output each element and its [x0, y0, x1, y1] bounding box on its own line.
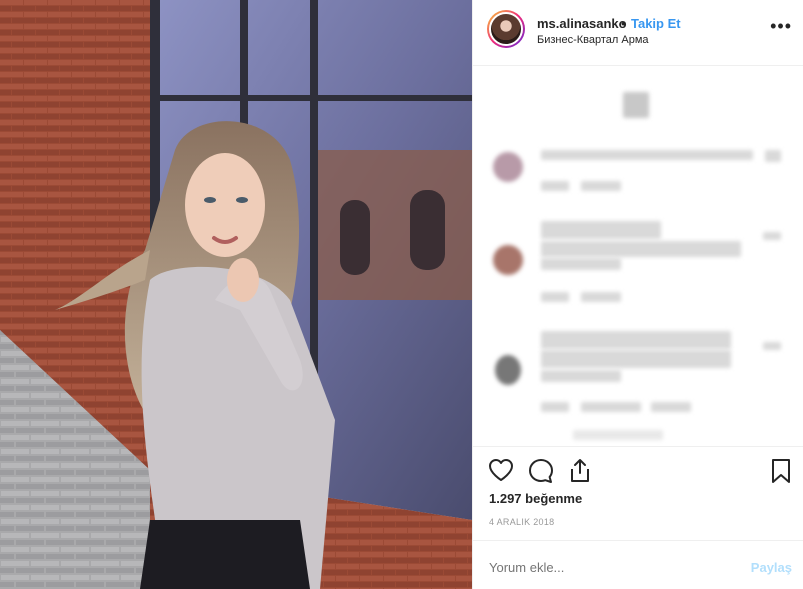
post-photo[interactable]	[0, 0, 472, 589]
share-icon[interactable]	[568, 457, 592, 488]
heart-icon[interactable]	[488, 458, 514, 487]
post-date: 4 ARALIK 2018	[489, 517, 555, 527]
likes-count[interactable]: 1.297 beğenme	[489, 491, 582, 506]
comment-input[interactable]	[489, 560, 729, 575]
post-comment-button[interactable]: Paylaş	[751, 560, 792, 575]
more-horizontal-icon[interactable]: •••	[770, 16, 792, 37]
follow-button[interactable]: Takip Et	[631, 16, 681, 31]
separator-dot: •	[621, 16, 626, 31]
post-side-panel: ms.alinasanko • Takip Et Бизнес-Квартал …	[472, 0, 803, 589]
photo-illustration	[0, 0, 472, 589]
bookmark-icon[interactable]	[770, 458, 792, 489]
actions-divider	[473, 446, 803, 448]
location-link[interactable]: Бизнес-Квартал Арма	[537, 34, 649, 46]
username-link[interactable]: ms.alinasanko	[537, 16, 627, 31]
post-header: ms.alinasanko • Takip Et Бизнес-Квартал …	[473, 0, 803, 66]
avatar[interactable]	[487, 10, 525, 48]
comment-bubble-icon[interactable]	[528, 458, 554, 489]
comment-bar: Paylaş	[473, 540, 803, 589]
